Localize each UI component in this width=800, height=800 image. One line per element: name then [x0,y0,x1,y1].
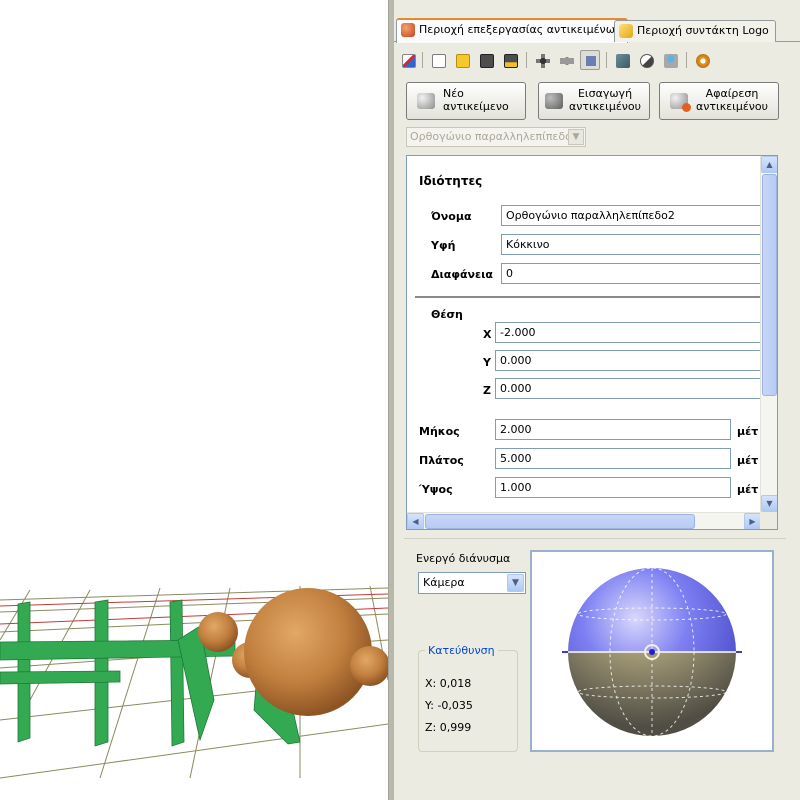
remove-badge-icon [682,103,691,112]
new-object-button[interactable]: Νέο αντικείμενο [406,82,526,120]
direction-group: Κατεύθυνση X: 0,018 Y: -0,035 Z: 0,999 [418,644,518,752]
material-button[interactable] [660,50,680,70]
screenshot-button[interactable] [612,50,632,70]
scroll-corner [760,512,777,529]
3d-viewport[interactable] [0,0,388,800]
name-field[interactable]: Ορθογώνιο παραλληλεπίπεδο2 [501,205,761,226]
length-unit: μέτ [737,425,759,438]
height-unit: μέτ [737,483,759,496]
direction-z: Z: 0,999 [425,721,472,734]
toolbar [394,46,800,74]
height-label: Ύψος [419,483,453,496]
direction-x: X: 0,018 [425,677,472,690]
camera-view-button[interactable] [556,50,576,70]
vertical-scroll-thumb[interactable] [762,174,777,396]
move-button[interactable] [532,50,552,70]
position-x-field[interactable]: -2.000 [495,322,761,343]
open-folder-icon [456,54,470,68]
properties-heading: Ιδιότητες [419,174,483,188]
transparency-field[interactable]: 0 [501,263,761,284]
remove-object-button[interactable]: Αφαίρεση αντικειμένου [659,82,779,120]
name-label: Όνομα [431,210,472,223]
new-button[interactable] [428,50,448,70]
save-button[interactable] [476,50,496,70]
move-icon [536,54,550,68]
import-object-button[interactable]: Εισαγωγή αντικειμένου [538,82,650,120]
object-type-select-value: Ορθογώνιο παραλληλεπίπεδο [410,130,572,143]
texture-label: Υφή [431,239,456,252]
position-y-field[interactable]: 0.000 [495,350,761,371]
chart-icon [402,54,416,68]
settings-icon [696,54,710,68]
save-icon [480,54,494,68]
scroll-up-icon[interactable]: ▲ [761,156,777,173]
objects-icon [401,23,415,37]
horizontal-scrollbar[interactable]: ◀ ▶ [407,512,761,529]
object-type-select[interactable]: Ορθογώνιο παραλληλεπίπεδο ▼ [406,127,586,147]
scroll-right-icon[interactable]: ▶ [744,513,761,529]
tab-object-editing[interactable]: Περιοχή επεξεργασίας αντικειμένων [396,18,629,43]
screenshot-icon [616,54,630,68]
length-label: Μήκος [419,425,460,438]
properties-panel[interactable]: Ιδιότητες Όνομα Ορθογώνιο παραλληλεπίπεδ… [406,155,778,530]
tab-logo-editor-label: Περιοχή συντάκτη Logo [637,24,769,37]
width-field[interactable]: 5.000 [495,448,731,469]
remove-object-label: Αφαίρεση αντικειμένου [695,87,769,113]
scroll-left-icon[interactable]: ◀ [407,513,424,529]
material-icon [664,54,678,68]
texture-button[interactable] [636,50,656,70]
toolbar-separator [422,52,423,68]
divider [415,296,761,298]
frame-view-button[interactable] [580,50,600,70]
scene-canvas[interactable] [0,0,388,800]
width-label: Πλάτος [419,454,464,467]
vertical-scrollbar[interactable]: ▲ ▼ [760,156,777,512]
length-field[interactable]: 2.000 [495,419,731,440]
new-object-label: Νέο αντικείμενο [443,87,509,113]
toolbar-separator [606,52,607,68]
texture-field[interactable]: Κόκκινο [501,234,761,255]
position-label: Θέση [431,308,463,321]
chart-button[interactable] [398,50,418,70]
direction-legend: Κατεύθυνση [425,644,498,657]
position-z-field[interactable]: 0.000 [495,378,761,399]
save-as-button[interactable] [500,50,520,70]
direction-sphere-widget[interactable] [530,550,774,752]
import-cube-icon [545,93,563,109]
tab-logo-editor[interactable]: Περιοχή συντάκτη Logo [614,20,776,42]
y-label: Y [483,356,491,369]
chevron-down-icon: ▼ [568,129,584,145]
horizontal-scroll-thumb[interactable] [425,514,695,529]
tab-object-editing-label: Περιοχή επεξεργασίας αντικειμένων [419,23,622,36]
cube-icon [417,93,435,109]
save-as-icon [504,54,518,68]
import-object-label: Εισαγωγή αντικειμένου [568,87,642,113]
open-button[interactable] [452,50,472,70]
scroll-down-icon[interactable]: ▼ [761,495,777,512]
texture-icon [640,54,654,68]
camera-view-icon [560,54,574,68]
width-unit: μέτ [737,454,759,467]
toolbar-separator [526,52,527,68]
chevron-down-icon: ▼ [507,574,524,592]
active-vector-label: Ενεργό διάνυσμα [416,552,511,565]
settings-button[interactable] [692,50,712,70]
active-vector-value: Κάμερα [423,576,465,589]
frame-view-icon [584,54,598,68]
tab-bar: Περιοχή επεξεργασίας αντικειμένων Περιοχ… [394,18,800,43]
z-label: Z [483,384,491,397]
x-label: X [483,328,492,341]
toolbar-separator [686,52,687,68]
transparency-label: Διαφάνεια [431,268,493,281]
active-vector-select[interactable]: Κάμερα ▼ [418,572,526,594]
direction-sphere[interactable] [532,552,772,750]
height-field[interactable]: 1.000 [495,477,731,498]
direction-y: Y: -0,035 [425,699,473,712]
properties-content: Ιδιότητες Όνομα Ορθογώνιο παραλληλεπίπεδ… [407,156,761,512]
pencil-icon [619,24,633,38]
new-file-icon [432,54,446,68]
